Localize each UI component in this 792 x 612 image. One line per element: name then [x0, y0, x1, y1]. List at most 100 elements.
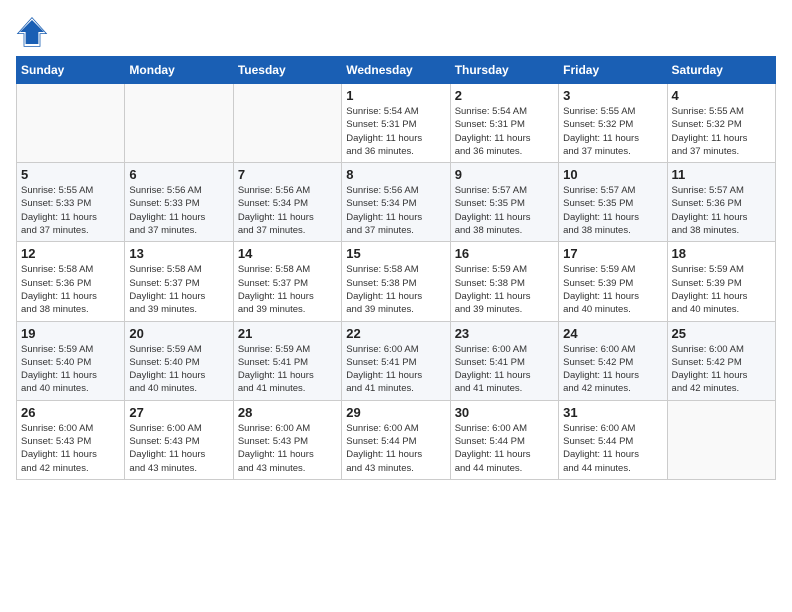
calendar-cell: 19 Sunrise: 5:59 AMSunset: 5:40 PMDayligh… — [17, 321, 125, 400]
day-info: Sunrise: 5:55 AMSunset: 5:33 PMDaylight:… — [21, 184, 120, 237]
weekday-header-wednesday: Wednesday — [342, 57, 450, 84]
header — [16, 16, 776, 48]
day-info: Sunrise: 5:56 AMSunset: 5:34 PMDaylight:… — [238, 184, 337, 237]
calendar-cell: 15 Sunrise: 5:58 AMSunset: 5:38 PMDayligh… — [342, 242, 450, 321]
logo — [16, 16, 52, 48]
day-info: Sunrise: 5:58 AMSunset: 5:36 PMDaylight:… — [21, 263, 120, 316]
day-number: 7 — [238, 167, 337, 182]
calendar-cell: 10 Sunrise: 5:57 AMSunset: 5:35 PMDayligh… — [559, 163, 667, 242]
day-number: 17 — [563, 246, 662, 261]
weekday-header-monday: Monday — [125, 57, 233, 84]
day-number: 22 — [346, 326, 445, 341]
calendar-cell: 11 Sunrise: 5:57 AMSunset: 5:36 PMDayligh… — [667, 163, 775, 242]
calendar-cell: 27 Sunrise: 6:00 AMSunset: 5:43 PMDayligh… — [125, 400, 233, 479]
day-number: 16 — [455, 246, 554, 261]
day-info: Sunrise: 5:58 AMSunset: 5:37 PMDaylight:… — [129, 263, 228, 316]
weekday-header-saturday: Saturday — [667, 57, 775, 84]
day-number: 31 — [563, 405, 662, 420]
day-number: 26 — [21, 405, 120, 420]
calendar-week-row: 1 Sunrise: 5:54 AMSunset: 5:31 PMDaylight… — [17, 84, 776, 163]
day-info: Sunrise: 5:59 AMSunset: 5:40 PMDaylight:… — [129, 343, 228, 396]
day-number: 8 — [346, 167, 445, 182]
day-info: Sunrise: 5:54 AMSunset: 5:31 PMDaylight:… — [346, 105, 445, 158]
day-info: Sunrise: 5:58 AMSunset: 5:37 PMDaylight:… — [238, 263, 337, 316]
day-info: Sunrise: 5:55 AMSunset: 5:32 PMDaylight:… — [563, 105, 662, 158]
day-number: 4 — [672, 88, 771, 103]
day-number: 14 — [238, 246, 337, 261]
calendar-cell: 30 Sunrise: 6:00 AMSunset: 5:44 PMDayligh… — [450, 400, 558, 479]
day-info: Sunrise: 5:57 AMSunset: 5:36 PMDaylight:… — [672, 184, 771, 237]
day-number: 18 — [672, 246, 771, 261]
calendar-cell: 25 Sunrise: 6:00 AMSunset: 5:42 PMDayligh… — [667, 321, 775, 400]
calendar: SundayMondayTuesdayWednesdayThursdayFrid… — [16, 56, 776, 480]
day-info: Sunrise: 6:00 AMSunset: 5:44 PMDaylight:… — [455, 422, 554, 475]
weekday-header-friday: Friday — [559, 57, 667, 84]
day-number: 15 — [346, 246, 445, 261]
calendar-cell: 31Sunrise: 6:00 AMSunset: 5:44 PMDayligh… — [559, 400, 667, 479]
calendar-cell: 29Sunrise: 6:00 AMSunset: 5:44 PMDayligh… — [342, 400, 450, 479]
day-number: 1 — [346, 88, 445, 103]
calendar-cell: 5 Sunrise: 5:55 AMSunset: 5:33 PMDaylight… — [17, 163, 125, 242]
calendar-cell: 28Sunrise: 6:00 AMSunset: 5:43 PMDayligh… — [233, 400, 341, 479]
day-info: Sunrise: 5:58 AMSunset: 5:38 PMDaylight:… — [346, 263, 445, 316]
day-info: Sunrise: 6:00 AMSunset: 5:43 PMDaylight:… — [129, 422, 228, 475]
day-info: Sunrise: 5:57 AMSunset: 5:35 PMDaylight:… — [563, 184, 662, 237]
calendar-week-row: 12Sunrise: 5:58 AMSunset: 5:36 PMDayligh… — [17, 242, 776, 321]
day-number: 30 — [455, 405, 554, 420]
calendar-cell: 3 Sunrise: 5:55 AMSunset: 5:32 PMDaylight… — [559, 84, 667, 163]
calendar-cell: 1 Sunrise: 5:54 AMSunset: 5:31 PMDaylight… — [342, 84, 450, 163]
calendar-cell: 26 Sunrise: 6:00 AMSunset: 5:43 PMDayligh… — [17, 400, 125, 479]
calendar-cell: 22 Sunrise: 6:00 AMSunset: 5:41 PMDayligh… — [342, 321, 450, 400]
day-info: Sunrise: 5:57 AMSunset: 5:35 PMDaylight:… — [455, 184, 554, 237]
calendar-cell: 8 Sunrise: 5:56 AMSunset: 5:34 PMDaylight… — [342, 163, 450, 242]
day-info: Sunrise: 6:00 AMSunset: 5:43 PMDaylight:… — [238, 422, 337, 475]
day-number: 25 — [672, 326, 771, 341]
calendar-cell: 20Sunrise: 5:59 AMSunset: 5:40 PMDayligh… — [125, 321, 233, 400]
day-info: Sunrise: 5:56 AMSunset: 5:34 PMDaylight:… — [346, 184, 445, 237]
calendar-cell: 9 Sunrise: 5:57 AMSunset: 5:35 PMDaylight… — [450, 163, 558, 242]
calendar-cell: 16 Sunrise: 5:59 AMSunset: 5:38 PMDayligh… — [450, 242, 558, 321]
calendar-cell: 21Sunrise: 5:59 AMSunset: 5:41 PMDayligh… — [233, 321, 341, 400]
calendar-cell: 17Sunrise: 5:59 AMSunset: 5:39 PMDayligh… — [559, 242, 667, 321]
day-info: Sunrise: 5:59 AMSunset: 5:39 PMDaylight:… — [672, 263, 771, 316]
calendar-week-row: 19 Sunrise: 5:59 AMSunset: 5:40 PMDayligh… — [17, 321, 776, 400]
calendar-cell: 2Sunrise: 5:54 AMSunset: 5:31 PMDaylight… — [450, 84, 558, 163]
calendar-cell — [667, 400, 775, 479]
day-info: Sunrise: 6:00 AMSunset: 5:42 PMDaylight:… — [672, 343, 771, 396]
day-info: Sunrise: 5:59 AMSunset: 5:38 PMDaylight:… — [455, 263, 554, 316]
day-number: 3 — [563, 88, 662, 103]
calendar-cell — [17, 84, 125, 163]
day-info: Sunrise: 6:00 AMSunset: 5:41 PMDaylight:… — [455, 343, 554, 396]
day-info: Sunrise: 5:55 AMSunset: 5:32 PMDaylight:… — [672, 105, 771, 158]
day-number: 6 — [129, 167, 228, 182]
calendar-cell: 4 Sunrise: 5:55 AMSunset: 5:32 PMDaylight… — [667, 84, 775, 163]
day-info: Sunrise: 5:56 AMSunset: 5:33 PMDaylight:… — [129, 184, 228, 237]
day-info: Sunrise: 5:54 AMSunset: 5:31 PMDaylight:… — [455, 105, 554, 158]
day-number: 13 — [129, 246, 228, 261]
calendar-week-row: 26 Sunrise: 6:00 AMSunset: 5:43 PMDayligh… — [17, 400, 776, 479]
calendar-cell: 7 Sunrise: 5:56 AMSunset: 5:34 PMDaylight… — [233, 163, 341, 242]
day-number: 24 — [563, 326, 662, 341]
day-info: Sunrise: 6:00 AMSunset: 5:41 PMDaylight:… — [346, 343, 445, 396]
day-info: Sunrise: 6:00 AMSunset: 5:44 PMDaylight:… — [346, 422, 445, 475]
day-info: Sunrise: 5:59 AMSunset: 5:41 PMDaylight:… — [238, 343, 337, 396]
weekday-header-sunday: Sunday — [17, 57, 125, 84]
day-number: 23 — [455, 326, 554, 341]
day-info: Sunrise: 5:59 AMSunset: 5:40 PMDaylight:… — [21, 343, 120, 396]
day-number: 9 — [455, 167, 554, 182]
day-number: 19 — [21, 326, 120, 341]
day-info: Sunrise: 6:00 AMSunset: 5:43 PMDaylight:… — [21, 422, 120, 475]
day-info: Sunrise: 6:00 AMSunset: 5:42 PMDaylight:… — [563, 343, 662, 396]
day-number: 27 — [129, 405, 228, 420]
day-number: 5 — [21, 167, 120, 182]
weekday-header-tuesday: Tuesday — [233, 57, 341, 84]
weekday-header-thursday: Thursday — [450, 57, 558, 84]
logo-icon — [16, 16, 48, 48]
calendar-cell — [233, 84, 341, 163]
day-number: 11 — [672, 167, 771, 182]
calendar-cell — [125, 84, 233, 163]
calendar-cell: 14 Sunrise: 5:58 AMSunset: 5:37 PMDayligh… — [233, 242, 341, 321]
calendar-cell: 18 Sunrise: 5:59 AMSunset: 5:39 PMDayligh… — [667, 242, 775, 321]
day-number: 10 — [563, 167, 662, 182]
calendar-cell: 23 Sunrise: 6:00 AMSunset: 5:41 PMDayligh… — [450, 321, 558, 400]
